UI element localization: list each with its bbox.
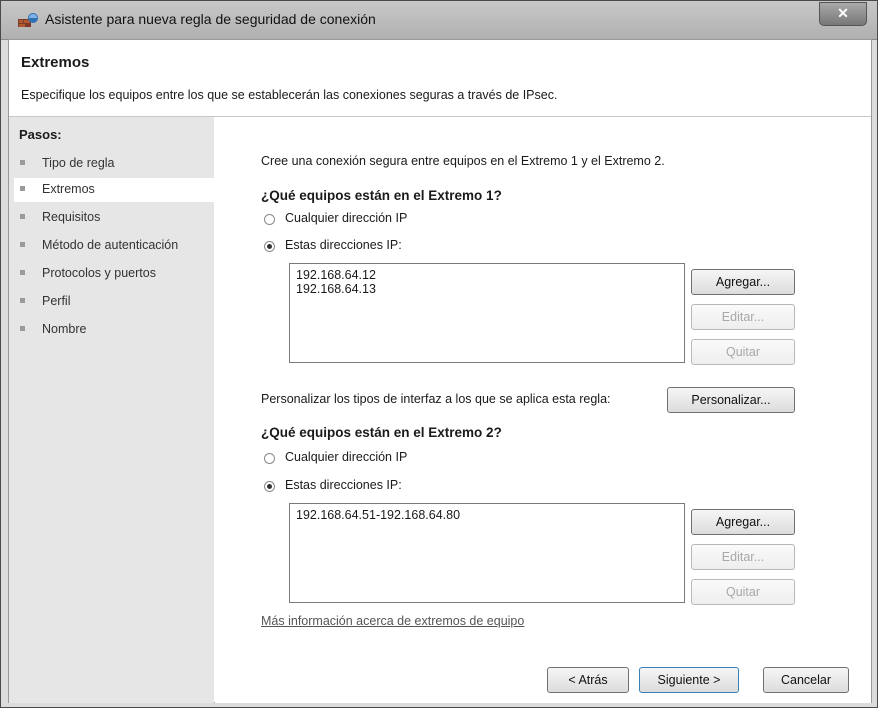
step-label: Método de autenticación	[42, 238, 179, 252]
step-bullet-icon	[20, 214, 25, 219]
endpoint1-ip-list[interactable]: 192.168.64.12 192.168.64.13	[289, 263, 685, 363]
endpoint2-add-button[interactable]: Agregar...	[691, 509, 795, 535]
step-label: Perfil	[42, 294, 71, 308]
endpoint2-heading: ¿Qué equipos están en el Extremo 2?	[261, 425, 502, 440]
endpoint1-remove-button[interactable]: Quitar	[691, 339, 795, 365]
list-item[interactable]: 192.168.64.12	[290, 268, 684, 282]
step-label: Extremos	[42, 182, 95, 196]
page-description: Especifique los equipos entre los que se…	[21, 88, 558, 102]
endpoint2-any-ip-radio[interactable]	[264, 453, 275, 464]
endpoint2-ip-list[interactable]: 192.168.64.51-192.168.64.80	[289, 503, 685, 603]
step-metodo-autenticacion: Método de autenticación	[14, 234, 214, 258]
endpoint2-any-ip-label[interactable]: Cualquier dirección IP	[285, 450, 407, 464]
close-icon: ✕	[837, 5, 849, 21]
step-bullet-icon	[20, 160, 25, 165]
step-nombre: Nombre	[14, 318, 214, 342]
step-bullet-icon	[20, 326, 25, 331]
dialog-client: Extremos Especifique los equipos entre l…	[8, 39, 872, 703]
window-title: Asistente para nueva regla de seguridad …	[45, 11, 376, 27]
main-panel: Cree una conexión segura entre equipos e…	[215, 117, 871, 703]
step-tipo-de-regla: Tipo de regla	[14, 152, 214, 176]
title-bar[interactable]: Asistente para nueva regla de seguridad …	[1, 1, 877, 40]
endpoint1-add-button[interactable]: Agregar...	[691, 269, 795, 295]
endpoint1-heading: ¿Qué equipos están en el Extremo 1?	[261, 188, 502, 203]
endpoint2-these-ip-radio[interactable]	[264, 481, 275, 492]
customize-text: Personalizar los tipos de interfaz a los…	[261, 392, 611, 406]
endpoint2-these-ip-label[interactable]: Estas direcciones IP:	[285, 478, 402, 492]
step-bullet-icon	[20, 270, 25, 275]
cancel-button[interactable]: Cancelar	[763, 667, 849, 693]
step-bullet-icon	[20, 298, 25, 303]
close-button[interactable]: ✕	[819, 2, 867, 26]
endpoint2-edit-button[interactable]: Editar...	[691, 544, 795, 570]
endpoint1-edit-button[interactable]: Editar...	[691, 304, 795, 330]
steps-panel: Pasos: Tipo de regla Extremos Requisitos…	[9, 117, 214, 703]
more-info-link[interactable]: Más información acerca de extremos de eq…	[261, 614, 524, 628]
back-button[interactable]: < Atrás	[547, 667, 629, 693]
wizard-window: Asistente para nueva regla de seguridad …	[0, 0, 878, 708]
step-perfil: Perfil	[14, 290, 214, 314]
step-bullet-icon	[20, 242, 25, 247]
page-header: Extremos Especifique los equipos entre l…	[9, 40, 871, 117]
step-label: Nombre	[42, 322, 87, 336]
list-item[interactable]: 192.168.64.13	[290, 282, 684, 296]
endpoint1-these-ip-radio[interactable]	[264, 241, 275, 252]
list-item[interactable]: 192.168.64.51-192.168.64.80	[290, 508, 684, 522]
step-requisitos: Requisitos	[14, 206, 214, 230]
step-extremos: Extremos	[14, 178, 214, 202]
step-label: Tipo de regla	[42, 156, 115, 170]
next-button[interactable]: Siguiente >	[639, 667, 739, 693]
endpoint1-any-ip-radio[interactable]	[264, 214, 275, 225]
endpoint1-these-ip-label[interactable]: Estas direcciones IP:	[285, 238, 402, 252]
intro-text: Cree una conexión segura entre equipos e…	[261, 154, 665, 168]
step-label: Protocolos y puertos	[42, 266, 156, 280]
customize-button[interactable]: Personalizar...	[667, 387, 795, 413]
step-bullet-icon	[20, 186, 25, 191]
steps-title: Pasos:	[19, 127, 62, 142]
step-protocolos-puertos: Protocolos y puertos	[14, 262, 214, 286]
firewall-shield-icon	[17, 12, 39, 28]
endpoint1-any-ip-label[interactable]: Cualquier dirección IP	[285, 211, 407, 225]
endpoint2-remove-button[interactable]: Quitar	[691, 579, 795, 605]
step-label: Requisitos	[42, 210, 101, 224]
page-title: Extremos	[21, 54, 90, 71]
